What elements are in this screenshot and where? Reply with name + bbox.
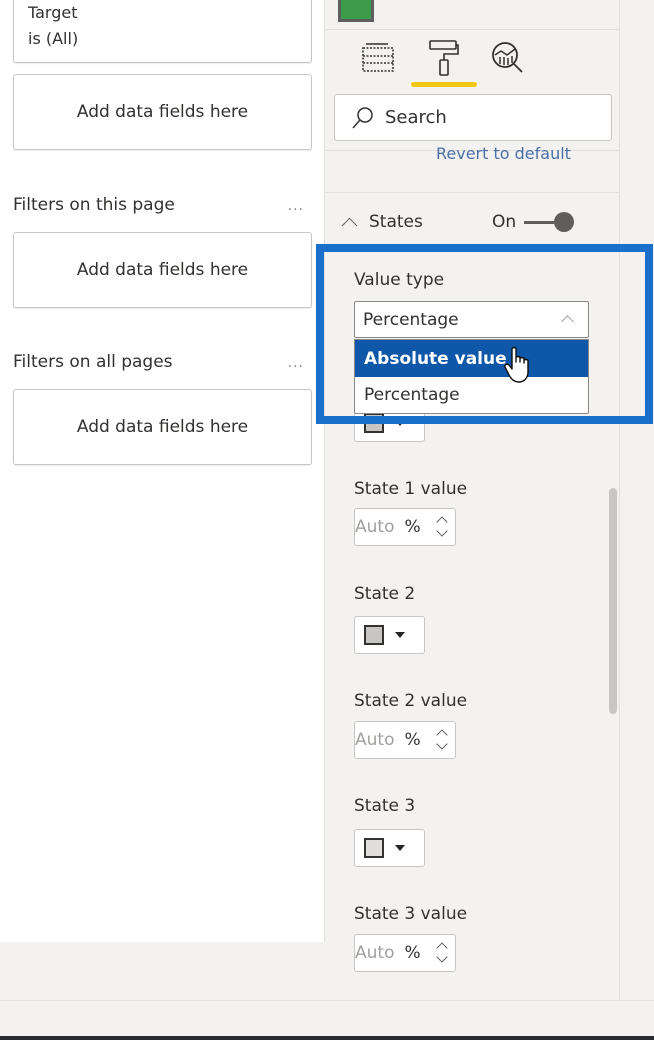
status-bar [0, 1000, 654, 1036]
spin-down-icon[interactable] [436, 951, 448, 963]
search-icon [352, 106, 373, 128]
divider [326, 29, 620, 30]
caret-down-icon [395, 845, 405, 851]
states-title: States [369, 212, 423, 232]
caret-down-icon [395, 632, 405, 638]
chevron-up-icon [341, 217, 358, 233]
unit-label: % [404, 730, 421, 750]
state-3-label: State 3 [354, 796, 416, 816]
chevron-up-icon [561, 315, 574, 328]
filter-field-name: Target [28, 3, 78, 22]
spinner[interactable] [436, 939, 450, 969]
tab-format[interactable] [422, 36, 466, 80]
state-3-color-picker[interactable] [354, 829, 425, 867]
tab-fields[interactable] [356, 36, 400, 80]
filters-on-page-title: Filters on this page [13, 195, 175, 215]
page-drop-zone[interactable]: Add data fields here [13, 232, 312, 308]
color-swatch [364, 838, 384, 858]
state-2-value-label: State 2 value [354, 691, 468, 711]
filter-condition: is (All) [28, 29, 79, 48]
drop-zone-label: Add data fields here [76, 417, 249, 437]
more-options-icon[interactable]: ... [288, 355, 304, 371]
state-1-value-input[interactable]: Auto % [354, 508, 456, 546]
unit-label: % [404, 517, 421, 537]
spinner[interactable] [436, 726, 450, 756]
fields-icon [362, 43, 394, 72]
state-3-value-label: State 3 value [354, 904, 468, 924]
app-root: Target is (All) Add data fields here Fil… [0, 0, 654, 1040]
active-tab-indicator [411, 82, 477, 87]
state-2-value-input[interactable]: Auto % [354, 721, 456, 759]
dropdown-selected-value: Percentage [363, 309, 459, 330]
value-type-dropdown[interactable]: Percentage [354, 301, 589, 338]
option-absolute-value[interactable]: Absolute value [355, 340, 588, 377]
scrollbar-thumb[interactable] [609, 488, 617, 714]
paint-roller-icon [429, 40, 459, 76]
toggle-switch[interactable] [524, 212, 575, 232]
tab-analytics[interactable] [486, 36, 530, 80]
visual-type-icon[interactable] [338, 0, 374, 22]
color-swatch [364, 625, 384, 645]
revert-to-default-link[interactable]: Revert to default [436, 144, 571, 163]
more-options-icon[interactable]: ... [288, 198, 304, 214]
filters-pane: Target is (All) Add data fields here Fil… [0, 0, 325, 942]
spinner[interactable] [436, 513, 450, 543]
hand-cursor-icon [504, 346, 529, 383]
value-type-options-list: Absolute value Percentage [354, 339, 589, 414]
all-pages-drop-zone[interactable]: Add data fields here [13, 389, 312, 465]
filter-card-target[interactable]: Target is (All) [13, 0, 312, 63]
search-box[interactable] [334, 94, 612, 141]
states-toggle[interactable]: On [492, 212, 575, 232]
state-2-color-picker[interactable] [354, 616, 425, 654]
analytics-icon [492, 42, 523, 73]
filters-all-pages-title: Filters on all pages [13, 352, 173, 372]
toggle-knob [554, 212, 575, 232]
search-input[interactable] [385, 107, 585, 128]
spin-down-icon[interactable] [436, 738, 448, 750]
divider [326, 192, 620, 193]
option-percentage[interactable]: Percentage [355, 377, 588, 413]
toggle-label: On [492, 212, 517, 232]
value-placeholder: Auto [355, 517, 395, 537]
spin-down-icon[interactable] [436, 525, 448, 537]
state-3-value-input[interactable]: Auto % [354, 934, 456, 972]
drop-zone-label: Add data fields here [76, 260, 249, 280]
format-pane: Revert to default States On Value type S… [326, 0, 620, 1000]
state-2-label: State 2 [354, 584, 416, 604]
value-placeholder: Auto [355, 730, 395, 750]
visual-drop-zone[interactable]: Add data fields here [13, 74, 312, 150]
state-1-value-label: State 1 value [354, 479, 468, 499]
window-edge [0, 1036, 654, 1040]
drop-zone-label: Add data fields here [76, 102, 249, 122]
unit-label: % [404, 943, 421, 963]
states-section-header[interactable]: States [340, 212, 423, 233]
value-placeholder: Auto [355, 943, 395, 963]
